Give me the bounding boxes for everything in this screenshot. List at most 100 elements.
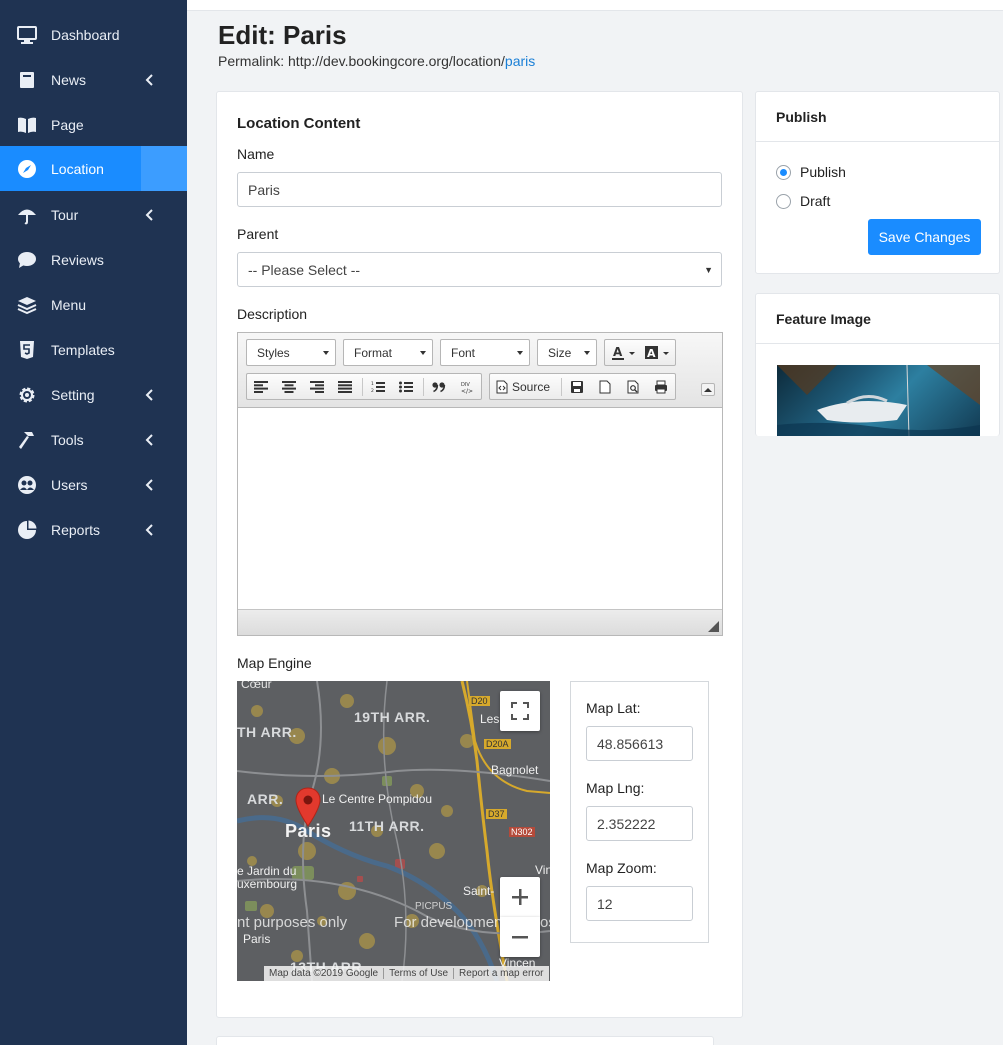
- map-attribution: Map data ©2019 Google Terms of Use Repor…: [264, 966, 549, 981]
- publish-card-title: Publish: [756, 92, 999, 142]
- parent-select[interactable]: -- Please Select -- ▼: [237, 252, 722, 287]
- styles-dropdown[interactable]: Styles: [246, 339, 336, 366]
- sidebar-item-label: Location: [51, 160, 104, 177]
- fullscreen-button[interactable]: [500, 691, 540, 731]
- resize-handle-icon[interactable]: [708, 621, 719, 632]
- description-label: Description: [237, 306, 308, 322]
- comment-icon: [17, 250, 37, 270]
- document-group: Source: [489, 373, 676, 400]
- map-label-jardin-2: uxembourg: [237, 877, 298, 891]
- editor-footer: [238, 609, 722, 635]
- align-justify-button[interactable]: [334, 377, 356, 397]
- sidebar-item-templates[interactable]: Templates: [0, 327, 187, 372]
- blockquote-button[interactable]: [428, 377, 450, 397]
- bulleted-list-button[interactable]: [395, 377, 417, 397]
- size-dropdown[interactable]: Size: [537, 339, 597, 366]
- publish-option[interactable]: Publish: [776, 164, 846, 180]
- svg-text:</>: </>: [461, 388, 473, 394]
- align-center-button[interactable]: [278, 377, 300, 397]
- gear-icon: [17, 385, 37, 405]
- sidebar-item-label: Reports: [51, 521, 101, 538]
- name-input-value: Paris: [248, 181, 280, 198]
- compass-icon: [17, 159, 37, 179]
- map-label-11th-arr: 11TH ARR.: [349, 818, 425, 834]
- sidebar-item-setting[interactable]: Setting: [0, 372, 187, 417]
- source-button[interactable]: Source: [496, 377, 550, 397]
- map-report-link[interactable]: Report a map error: [454, 968, 548, 979]
- feature-image[interactable]: [777, 365, 980, 436]
- align-justify-icon: [338, 381, 352, 393]
- preview-button[interactable]: [622, 377, 644, 397]
- sidebar-item-page[interactable]: Page: [0, 102, 187, 147]
- chevron-left-icon: [145, 523, 153, 536]
- map-pin-icon[interactable]: [295, 787, 321, 827]
- align-center-icon: [282, 381, 296, 393]
- draft-radio[interactable]: [776, 193, 791, 209]
- html5-icon: [17, 340, 37, 360]
- sidebar-item-tools[interactable]: Tools: [0, 417, 187, 462]
- map-label-th-arr: TH ARR.: [237, 724, 297, 740]
- align-left-button[interactable]: [250, 377, 272, 397]
- font-dropdown[interactable]: Font: [440, 339, 530, 366]
- publish-radio[interactable]: [776, 164, 791, 180]
- sidebar-item-reviews[interactable]: Reviews: [0, 237, 187, 282]
- bulleted-list-icon: [399, 381, 413, 393]
- road-badge-d37: D37: [486, 809, 507, 819]
- sidebar-item-reports[interactable]: Reports: [0, 507, 187, 552]
- save-changes-button[interactable]: Save Changes: [868, 219, 981, 255]
- source-button-label: Source: [512, 380, 551, 394]
- map-view[interactable]: Cœur 19TH ARR. TH ARR. Les Bagnolet ARR.…: [237, 681, 550, 981]
- sidebar-item-tour[interactable]: Tour: [0, 192, 187, 237]
- new-page-button[interactable]: [594, 377, 616, 397]
- draft-option[interactable]: Draft: [776, 193, 830, 209]
- select-arrow-icon: ▼: [704, 265, 713, 275]
- map-data-credit: Map data ©2019 Google: [264, 968, 385, 979]
- page-title: Edit: Paris: [218, 20, 347, 50]
- div-container-button[interactable]: DIV </>: [456, 377, 478, 397]
- map-watermark-right-tail: os: [540, 914, 550, 931]
- preview-icon: [627, 380, 638, 394]
- caret-down-icon: [420, 351, 426, 355]
- sidebar-item-news[interactable]: News: [0, 57, 187, 102]
- name-input[interactable]: Paris: [237, 172, 722, 207]
- sidebar-item-dashboard[interactable]: Dashboard: [0, 12, 187, 57]
- map-label-saint: Saint-: [463, 884, 495, 898]
- save-button[interactable]: [566, 377, 588, 397]
- map-lat-input[interactable]: 48.856613: [586, 726, 693, 761]
- sidebar-item-label: Page: [51, 116, 84, 133]
- quote-icon: [432, 382, 446, 393]
- numbered-list-button[interactable]: 12: [367, 377, 389, 397]
- publish-option-label: Publish: [800, 164, 846, 180]
- collapse-toolbar-button[interactable]: [701, 383, 715, 396]
- road-badge-n302: N302: [509, 827, 535, 837]
- svg-text:A: A: [613, 345, 623, 359]
- map-lng-value: 2.352222: [597, 815, 656, 832]
- sidebar-item-users[interactable]: Users: [0, 462, 187, 507]
- new-page-icon: [599, 380, 611, 394]
- sidebar-item-menu[interactable]: Menu: [0, 282, 187, 327]
- svg-text:A: A: [647, 347, 656, 360]
- print-button[interactable]: [650, 377, 672, 397]
- layers-icon: [17, 295, 37, 315]
- name-label: Name: [237, 146, 275, 162]
- map-zoom-input[interactable]: 12: [586, 886, 693, 921]
- zoom-in-button[interactable]: [500, 877, 540, 917]
- editor-content-area[interactable]: [238, 408, 722, 609]
- sidebar-item-location[interactable]: Location: [0, 146, 187, 191]
- zoom-out-button[interactable]: [500, 917, 540, 957]
- background-color-button[interactable]: A: [642, 343, 674, 363]
- text-color-button[interactable]: A: [608, 343, 640, 363]
- map-label-arr: ARR.: [247, 791, 284, 807]
- map-lng-input[interactable]: 2.352222: [586, 806, 693, 841]
- format-dropdown[interactable]: Format: [343, 339, 433, 366]
- section-title: Location Content: [237, 115, 361, 132]
- permalink-link[interactable]: paris: [505, 53, 535, 69]
- map-zoom-label: Map Zoom:: [586, 860, 657, 876]
- sidebar-item-label: Tour: [51, 206, 79, 223]
- chevron-left-icon: [145, 208, 153, 221]
- numbered-list-icon: 12: [371, 381, 385, 393]
- align-right-button[interactable]: [306, 377, 328, 397]
- pie-chart-icon: [17, 520, 37, 540]
- map-terms-link[interactable]: Terms of Use: [384, 968, 455, 979]
- sidebar-item-label: Menu: [51, 296, 87, 313]
